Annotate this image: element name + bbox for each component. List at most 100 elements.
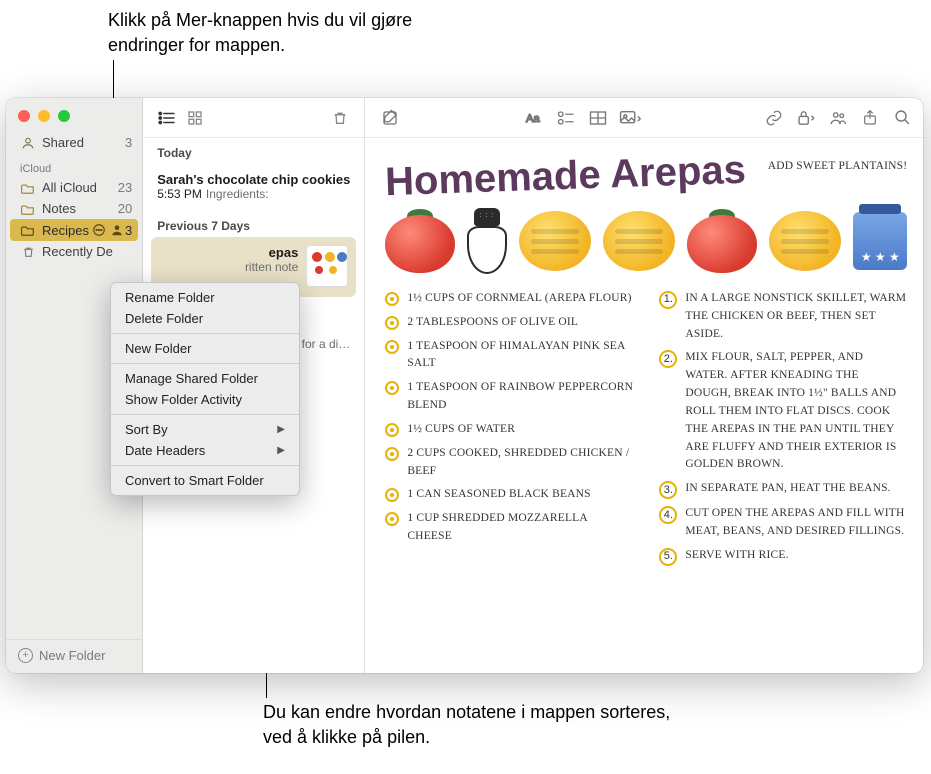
content-toolbar: Aa — [365, 98, 923, 138]
menu-item-rename-folder[interactable]: Rename Folder — [111, 287, 299, 308]
format-button[interactable]: Aa — [519, 105, 549, 131]
chevron-right-icon: ▶ — [277, 445, 285, 456]
step-number-icon: 5. — [659, 548, 677, 566]
ingredient-item: 1 teaspoon of rainbow peppercorn blend — [407, 379, 633, 415]
menu-item-delete-folder[interactable]: Delete Folder — [111, 308, 299, 329]
menu-item-sort-by[interactable]: Sort By ▶ — [111, 419, 299, 440]
menu-separator — [111, 333, 299, 334]
new-folder-label: New Folder — [39, 648, 105, 663]
menu-item-new-folder[interactable]: New Folder — [111, 338, 299, 359]
folder-context-menu: Rename Folder Delete Folder New Folder Mana… — [110, 282, 300, 496]
step-item: Cut open the arepas and fill with meat, … — [685, 505, 907, 541]
bullet-icon — [385, 488, 399, 502]
view-list-button[interactable] — [153, 106, 181, 130]
step-number-icon: 2. — [659, 350, 677, 368]
steps-list: 1. In a large nonstick skillet, warm the … — [659, 290, 907, 572]
plantain-drawing — [603, 211, 675, 271]
link-button[interactable] — [759, 105, 789, 131]
sidebar-item-label: Recently De — [42, 244, 132, 259]
share-button[interactable] — [855, 105, 885, 131]
window-controls — [6, 98, 142, 132]
search-button[interactable] — [887, 105, 917, 131]
menu-item-convert-to-smart-folder[interactable]: Convert to Smart Folder — [111, 470, 299, 491]
sidebar-item-notes[interactable]: Notes 20 — [6, 198, 142, 219]
tomato-drawing — [687, 209, 757, 273]
list-section-header: Previous 7 Days — [143, 211, 364, 237]
sidebar-item-label: All iCloud — [42, 180, 118, 195]
menu-item-label: Manage Shared Folder — [125, 371, 258, 386]
note-title: epas — [159, 245, 298, 260]
note-thumbnail — [306, 245, 348, 287]
menu-item-show-folder-activity[interactable]: Show Folder Activity — [111, 389, 299, 410]
sidebar-item-shared[interactable]: Shared 3 — [6, 132, 142, 153]
person-icon — [20, 136, 36, 150]
menu-item-manage-shared-folder[interactable]: Manage Shared Folder — [111, 368, 299, 389]
bullet-icon — [385, 512, 399, 526]
lock-button[interactable] — [791, 105, 821, 131]
close-window-button[interactable] — [18, 110, 30, 122]
folder-icon — [20, 182, 36, 194]
list-section-header: Today — [143, 138, 364, 164]
view-grid-button[interactable] — [181, 106, 209, 130]
menu-separator — [111, 465, 299, 466]
sidebar-item-count: 3 — [125, 135, 132, 150]
delete-note-button[interactable] — [326, 106, 354, 130]
note-subtitle: 5:53 PMIngredients: — [157, 187, 350, 201]
jar-drawing — [853, 212, 907, 270]
chevron-right-icon: ▶ — [277, 424, 285, 435]
more-icon[interactable] — [91, 222, 107, 238]
menu-item-label: Delete Folder — [125, 311, 203, 326]
sidebar-item-recently-deleted[interactable]: Recently De — [6, 241, 142, 262]
sidebar-item-count: 3 — [125, 223, 132, 238]
bullet-icon — [385, 423, 399, 437]
ingredient-item: 1½ cups of cornmeal (arepa flour) — [407, 290, 631, 308]
menu-item-label: Sort By — [125, 422, 168, 437]
folder-icon — [20, 224, 36, 236]
plantain-drawing — [769, 211, 841, 271]
media-button[interactable] — [615, 105, 645, 131]
sidebar-section-header: iCloud — [6, 153, 142, 177]
note-subtitle: ritten note — [159, 260, 298, 274]
note-heading: Homemade Arepas — [385, 150, 747, 203]
minimize-window-button[interactable] — [38, 110, 50, 122]
menu-item-label: Rename Folder — [125, 290, 215, 305]
new-folder-button[interactable]: + New Folder — [6, 639, 142, 673]
ingredient-item: 1 can seasoned black beans — [407, 486, 590, 504]
sidebar-item-all-icloud[interactable]: All iCloud 23 — [6, 177, 142, 198]
sidebar-item-count: 23 — [118, 180, 132, 195]
table-button[interactable] — [583, 105, 613, 131]
menu-separator — [111, 363, 299, 364]
callout-top: Klikk på Mer-knappen hvis du vil gjøre e… — [108, 8, 488, 58]
ingredient-item: 1 teaspoon of Himalayan pink sea salt — [407, 338, 633, 374]
bullet-icon — [385, 292, 399, 306]
compose-button[interactable] — [375, 105, 405, 131]
note-illustration: : : : — [385, 208, 907, 274]
zoom-window-button[interactable] — [58, 110, 70, 122]
shared-folder-icon — [109, 222, 125, 238]
ingredient-item: 1 cup shredded mozzarella cheese — [407, 510, 633, 546]
note-title: Sarah's chocolate chip cookies — [157, 172, 350, 187]
menu-item-date-headers[interactable]: Date Headers ▶ — [111, 440, 299, 461]
list-toolbar — [143, 98, 364, 138]
collaborate-button[interactable] — [823, 105, 853, 131]
menu-item-label: Date Headers — [125, 443, 205, 458]
menu-item-label: Show Folder Activity — [125, 392, 242, 407]
note-list-item[interactable]: Sarah's chocolate chip cookies 5:53 PMIn… — [143, 164, 364, 211]
bullet-icon — [385, 381, 399, 395]
step-item: Serve with rice. — [685, 547, 788, 566]
step-number-icon: 3. — [659, 481, 677, 499]
menu-item-label: Convert to Smart Folder — [125, 473, 264, 488]
svg-text:Aa: Aa — [526, 113, 540, 125]
step-item: In a large nonstick skillet, warm the ch… — [685, 290, 907, 343]
app-window: Shared 3 iCloud All iCloud 23 Notes 20 R… — [6, 98, 923, 673]
tomato-drawing — [385, 209, 455, 273]
note-body[interactable]: Homemade Arepas ADD SWEET PLANTAINS! : :… — [365, 138, 923, 673]
sidebar-item-recipes[interactable]: Recipes 3 — [10, 219, 138, 241]
bullet-icon — [385, 316, 399, 330]
sidebar-item-count: 20 — [118, 201, 132, 216]
step-number-icon: 1. — [659, 291, 677, 309]
checklist-button[interactable] — [551, 105, 581, 131]
ingredient-item: 2 cups cooked, shredded chicken / beef — [407, 445, 633, 481]
bullet-icon — [385, 447, 399, 461]
menu-separator — [111, 414, 299, 415]
